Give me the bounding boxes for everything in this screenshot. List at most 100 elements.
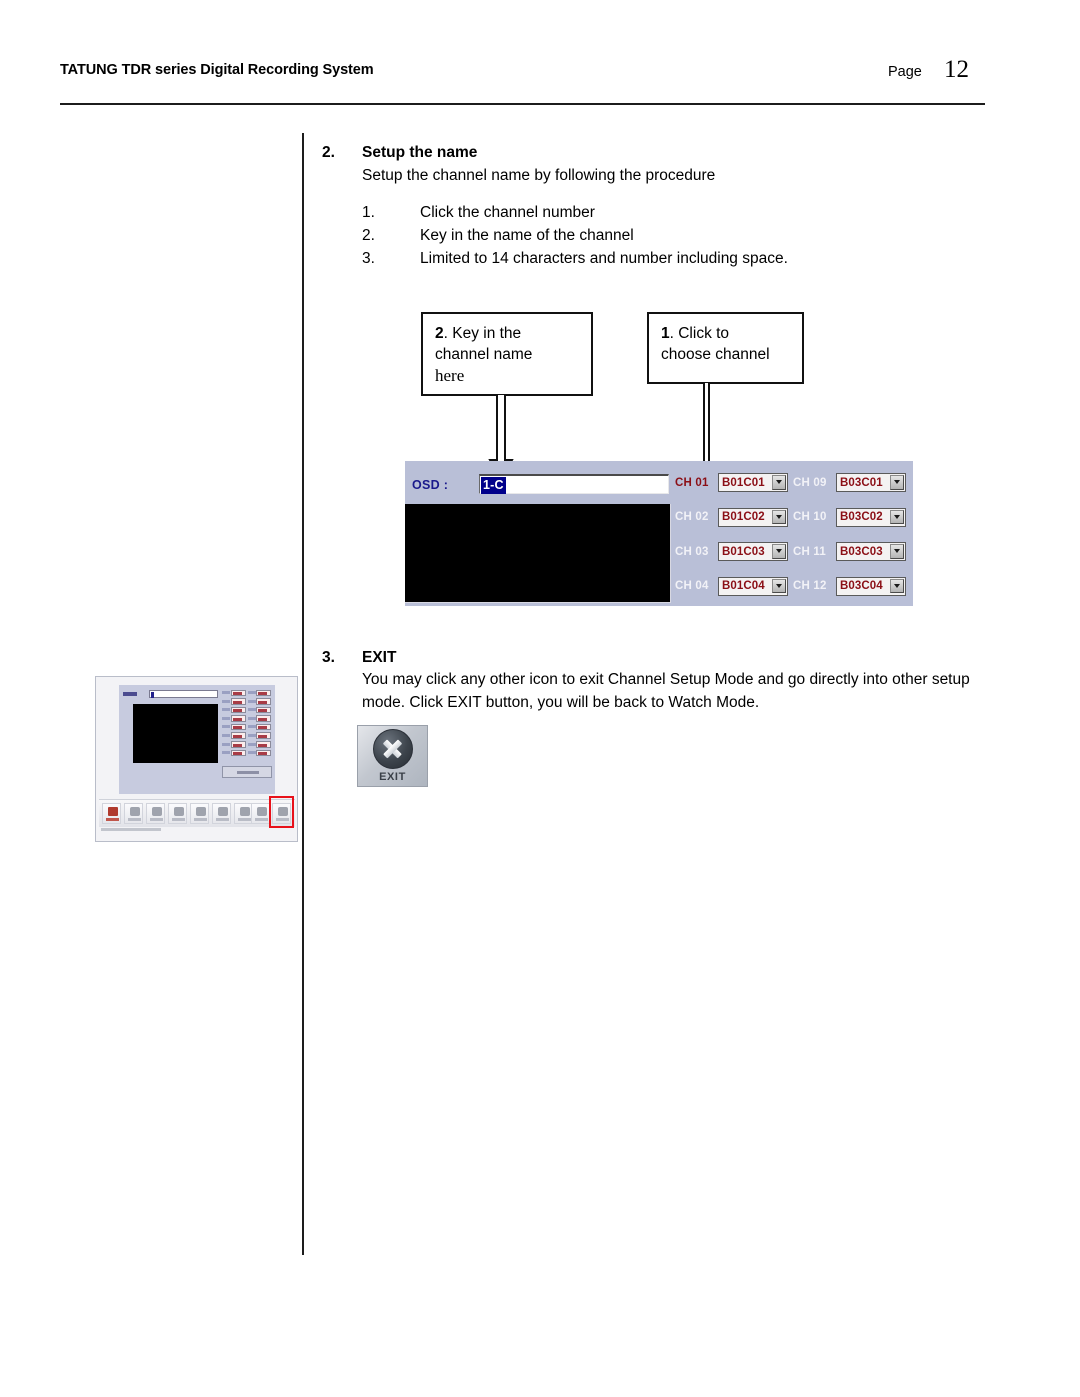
channel-label-ch09[interactable]: CH 09 xyxy=(793,477,836,489)
thumbnail-channel-label xyxy=(248,751,256,755)
callout-line-1: 1. Click to xyxy=(661,323,802,344)
video-preview-area xyxy=(405,504,671,603)
thumbnail-channel-label xyxy=(248,725,256,729)
thumbnail-channel-dropdown xyxy=(256,689,271,696)
thumbnail-channel-label xyxy=(222,691,230,694)
channel-dropdown-ch12[interactable]: B03C04 xyxy=(836,576,906,596)
thumbnail-channel-dropdown xyxy=(256,741,271,748)
thumbnail-channel-dropdown xyxy=(256,715,271,722)
channel-dropdown-value: B03C02 xyxy=(840,511,883,523)
channel-cell: CH 01 B01C01 xyxy=(675,473,788,492)
thumbnail-channel-dropdown xyxy=(256,749,271,757)
chevron-down-icon[interactable] xyxy=(890,475,904,490)
channel-label-ch12[interactable]: CH 12 xyxy=(793,580,836,592)
callout-line-3: here xyxy=(435,366,465,385)
channel-label-ch10[interactable]: CH 10 xyxy=(793,511,836,523)
thumbnail-channel-label xyxy=(222,699,230,703)
channel-dropdown-value: B01C03 xyxy=(722,545,765,558)
thumbnail-toolbar-icon-4 xyxy=(168,803,187,824)
thumbnail-toolbar-icon-6 xyxy=(212,803,231,824)
channel-label-ch03[interactable]: CH 03 xyxy=(675,546,718,558)
channel-dropdown-ch10[interactable]: B03C02 xyxy=(836,507,906,527)
callout-step-number: 1 xyxy=(661,325,670,342)
thumbnail-channel-label xyxy=(248,716,256,720)
thumbnail-toolbar-icon-2 xyxy=(124,803,143,824)
channel-dropdown-value: B01C02 xyxy=(722,511,765,523)
channel-dropdown-ch04[interactable]: B01C04 xyxy=(718,576,788,596)
channel-label-ch04[interactable]: CH 04 xyxy=(675,580,718,592)
thumbnail-status-bar xyxy=(99,827,209,833)
thumbnail-channel-label xyxy=(248,733,256,737)
channel-dropdown-ch01[interactable]: B01C01 xyxy=(718,473,788,492)
callout-line-1: 2. Key in the xyxy=(435,323,591,344)
thumbnail-channel-dropdown xyxy=(256,706,271,714)
callout-text: . Key in the xyxy=(443,325,522,342)
channel-cell: CH 10 B03C02 xyxy=(793,507,906,527)
thumbnail-toolbar-icon-1 xyxy=(102,803,121,824)
thumbnail-channel-dropdown xyxy=(231,732,246,739)
content-vertical-rule xyxy=(302,133,304,1255)
osd-input-value: 1-C xyxy=(481,477,506,494)
thumbnail-channel-dropdown xyxy=(231,749,246,757)
close-x-circle-icon xyxy=(372,729,413,769)
channel-dropdown-ch02[interactable]: B01C02 xyxy=(718,507,788,527)
thumbnail-channel-row xyxy=(222,723,272,732)
channel-grid: CH 01 B01C01 CH 09 B03C01 CH 02 B01C02 C… xyxy=(675,473,913,611)
channel-row: CH 04 B01C04 CH 12 B03C04 xyxy=(675,576,913,612)
thumbnail-channel-dropdown xyxy=(256,723,271,731)
thumbnail-text-caret xyxy=(151,692,154,698)
section-3-body: You may click any other icon to exit Cha… xyxy=(362,671,970,711)
thumbnail-workspace xyxy=(119,685,275,794)
step-number: 1. xyxy=(362,204,375,221)
chevron-down-icon[interactable] xyxy=(772,509,786,524)
thumbnail-channel-dropdown xyxy=(231,689,246,696)
channel-label-ch02[interactable]: CH 02 xyxy=(675,511,718,523)
channel-dropdown-value: B03C04 xyxy=(840,580,883,592)
callout-line-2: choose channel xyxy=(661,346,770,363)
channel-label-ch01[interactable]: CH 01 xyxy=(675,477,718,489)
thumbnail-channel-dropdown xyxy=(231,741,246,748)
osd-name-input[interactable]: 1-C xyxy=(479,474,669,494)
thumbnail-apply-config-button xyxy=(222,766,272,778)
channel-cell: CH 09 B03C01 xyxy=(793,473,906,492)
thumbnail-channel-label xyxy=(248,699,256,703)
chevron-down-icon[interactable] xyxy=(772,544,786,559)
channel-dropdown-ch09[interactable]: B03C01 xyxy=(836,473,906,492)
exit-button[interactable]: EXIT xyxy=(357,725,428,787)
thumbnail-toolbar xyxy=(99,799,295,827)
thumbnail-channel-label xyxy=(248,708,256,712)
thumbnail-channel-row xyxy=(222,715,272,724)
section-2-number: 2. xyxy=(322,144,335,161)
channel-dropdown-value: B01C04 xyxy=(722,580,765,592)
channel-row: CH 01 B01C01 CH 09 B03C01 xyxy=(675,473,913,508)
application-window-thumbnail xyxy=(95,676,298,842)
chevron-down-icon[interactable] xyxy=(890,509,904,524)
thumbnail-channel-label xyxy=(222,708,230,712)
callout-key-in-channel-name: 2. Key in the channel name here xyxy=(421,312,593,396)
chevron-down-icon[interactable] xyxy=(890,578,904,593)
thumbnail-channel-label xyxy=(222,751,230,755)
thumbnail-toolbar-icon-5 xyxy=(190,803,209,824)
thumbnail-channel-label xyxy=(222,725,230,729)
header-page-label: Page xyxy=(888,64,922,80)
thumbnail-video-area xyxy=(133,704,218,763)
header-divider xyxy=(60,103,985,105)
callout-click-choose-channel: 1. Click to choose channel xyxy=(647,312,804,384)
channel-dropdown-value: B03C03 xyxy=(840,545,883,558)
section-3-number: 3. xyxy=(322,649,335,666)
chevron-down-icon[interactable] xyxy=(890,544,904,559)
channel-cell: CH 04 B01C04 xyxy=(675,576,788,596)
thumbnail-channel-dropdown xyxy=(231,715,246,722)
step-number: 3. xyxy=(362,250,375,267)
thumbnail-channel-row xyxy=(222,749,272,758)
channel-dropdown-ch11[interactable]: B03C03 xyxy=(836,542,906,561)
chevron-down-icon[interactable] xyxy=(772,578,786,593)
osd-label: OSD : xyxy=(412,478,449,492)
channel-label-ch11[interactable]: CH 11 xyxy=(793,546,836,558)
thumbnail-channel-row xyxy=(222,698,272,707)
channel-dropdown-ch03[interactable]: B01C03 xyxy=(718,542,788,561)
channel-row: CH 02 B01C02 CH 10 B03C02 xyxy=(675,507,913,543)
section-3-title: EXIT xyxy=(362,649,397,666)
channel-row: CH 03 B01C03 CH 11 B03C03 xyxy=(675,542,913,577)
chevron-down-icon[interactable] xyxy=(772,475,786,490)
